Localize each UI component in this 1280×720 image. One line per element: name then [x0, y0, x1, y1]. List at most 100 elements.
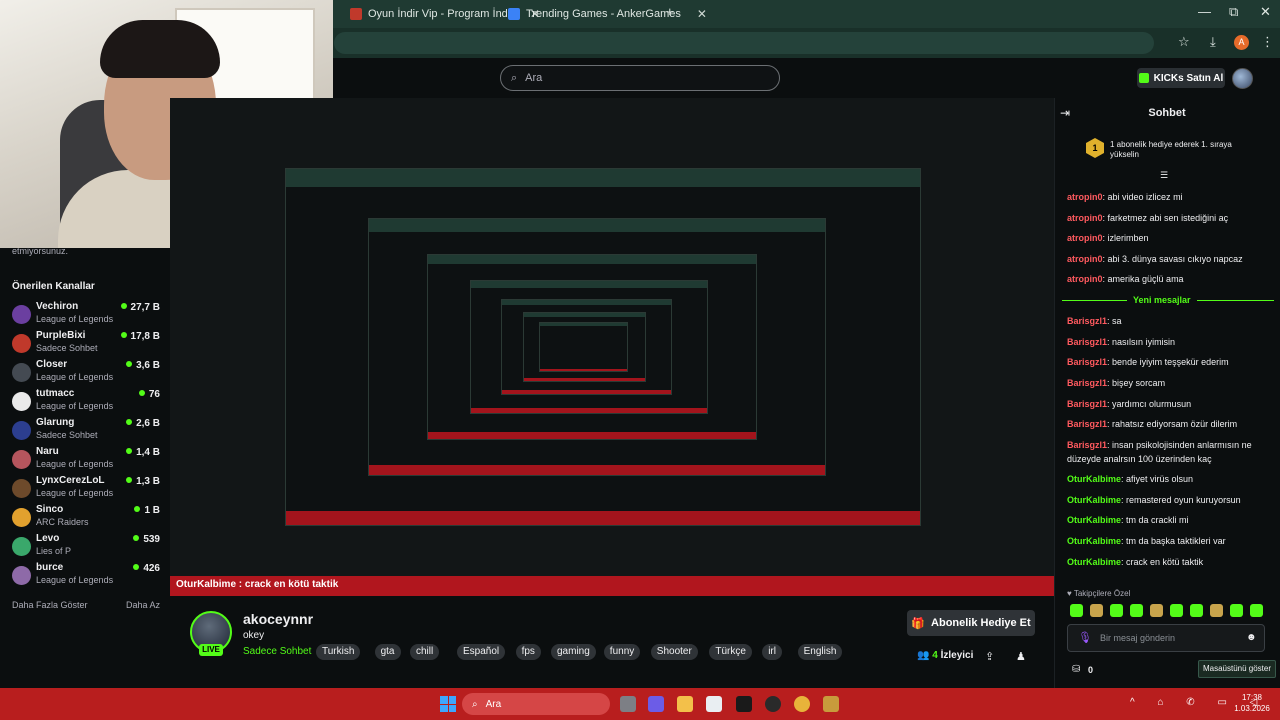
chat-message: Barisgzl1: yardımcı olurmusun [1067, 397, 1267, 411]
video-player[interactable] [170, 98, 1054, 596]
chat-username[interactable]: Barisgzl1 [1067, 316, 1107, 326]
show-more-link[interactable]: Daha Fazla Göster [12, 600, 88, 610]
close-window-button[interactable]: ✕ [1260, 4, 1271, 20]
emote-icon[interactable] [1090, 604, 1103, 617]
emote-icon[interactable] [1070, 604, 1083, 617]
emote-icon[interactable] [1130, 604, 1143, 617]
chat-username[interactable]: OturKalbime [1067, 536, 1121, 546]
stream-tag[interactable]: irl [762, 644, 782, 660]
expand-pinned-icon[interactable]: ☰ [1160, 170, 1168, 181]
channel-viewers: 76 [138, 389, 160, 400]
store-icon[interactable] [706, 696, 722, 712]
channel-points-icon[interactable]: ⛁ [1072, 664, 1080, 675]
emote-icon[interactable] [1110, 604, 1123, 617]
chat-username[interactable]: OturKalbime [1067, 474, 1121, 484]
bookmark-star-icon[interactable]: ☆ [1178, 34, 1190, 50]
recommended-channel[interactable]: Naru League of Legends 1,4 B [12, 446, 160, 474]
channel-game: League of Legends [36, 488, 114, 498]
emote-icon[interactable] [1150, 604, 1163, 617]
game-app-icon[interactable] [823, 696, 839, 712]
stream-tag[interactable]: Shooter [650, 644, 698, 660]
chat-username[interactable]: atropin0 [1067, 254, 1103, 264]
emote-icon[interactable] [1170, 604, 1183, 617]
stream-category-link[interactable]: Sadece Sohbet [243, 646, 311, 657]
emote-icon[interactable] [1230, 604, 1243, 617]
emote-icon[interactable] [1250, 604, 1263, 617]
viewer-count: 👥 4 İzleyici [917, 650, 973, 661]
channel-viewers: 17,8 B [120, 331, 160, 342]
maximize-button[interactable]: ⧉ [1229, 4, 1238, 20]
channel-viewers: 27,7 B [120, 302, 160, 313]
emote-icon[interactable] [1190, 604, 1203, 617]
show-less-link[interactable]: Daha Az [126, 600, 160, 610]
recommended-channel[interactable]: Sinco ARC Raiders 1 B [12, 504, 160, 532]
share-icon[interactable]: ⇪ [985, 650, 994, 663]
app-icon[interactable] [648, 696, 664, 712]
user-avatar[interactable] [1232, 68, 1253, 89]
channel-viewers: 539 [133, 534, 160, 545]
stream-tag[interactable]: fps [515, 644, 541, 660]
recommended-channel[interactable]: Glarung Sadece Sohbet 2,6 B [12, 417, 160, 445]
stream-tag[interactable]: gta [374, 644, 401, 660]
recommended-channel[interactable]: burce League of Legends 426 [12, 562, 160, 590]
browser-menu-icon[interactable]: ⋮ [1261, 34, 1274, 50]
obs-icon[interactable] [765, 696, 781, 712]
follow-icon[interactable]: ♟ [1016, 650, 1026, 663]
address-bar[interactable] [334, 32, 1154, 54]
emoji-icon[interactable]: ☻ [1246, 632, 1257, 643]
channel-avatar [12, 566, 31, 585]
terminal-icon[interactable] [736, 696, 752, 712]
minimize-button[interactable]: — [1198, 4, 1211, 19]
windows-start-icon[interactable] [440, 696, 456, 712]
chat-username[interactable]: atropin0 [1067, 233, 1103, 243]
stream-tag[interactable]: gaming [551, 644, 596, 660]
profile-avatar[interactable]: A [1234, 35, 1249, 50]
chat-username[interactable]: OturKalbime [1067, 495, 1121, 505]
taskbar-search[interactable]: ⌕ Ara [462, 693, 610, 715]
stream-tag[interactable]: Türkçe [709, 644, 752, 660]
stream-tag[interactable]: Turkish [316, 644, 361, 660]
site-search-input[interactable]: ⌕ Ara [500, 65, 780, 91]
recommended-channel[interactable]: Closer League of Legends 3,6 B [12, 359, 160, 387]
recommended-channel[interactable]: PurpleBixi Sadece Sohbet 17,8 B [12, 330, 160, 358]
chat-username[interactable]: Barisgzl1 [1067, 440, 1107, 450]
recommended-channel[interactable]: tutmacc League of Legends 76 [12, 388, 160, 416]
buy-kicks-button[interactable]: KICKs Satın Al [1137, 68, 1225, 88]
chat-username[interactable]: Barisgzl1 [1067, 419, 1107, 429]
stream-tag[interactable]: funny [603, 644, 641, 660]
channel-viewers-value: 1,3 B [136, 476, 160, 487]
streamer-name[interactable]: akoceynnr [243, 611, 313, 627]
emote-icon[interactable] [1210, 604, 1223, 617]
live-dot-icon [120, 332, 127, 338]
chat-username[interactable]: Barisgzl1 [1067, 337, 1107, 347]
taskbar-clock[interactable]: 17:38 1.03.2026 [1232, 692, 1272, 714]
chat-username[interactable]: Barisgzl1 [1067, 357, 1107, 367]
gift-subscription-button[interactable]: 🎁 Abonelik Hediye Et [907, 610, 1035, 636]
channel-name: burce [36, 562, 64, 573]
overlay-username: OturKalbime [176, 579, 237, 590]
chat-username[interactable]: OturKalbime [1067, 515, 1121, 525]
chrome-icon[interactable] [794, 696, 810, 712]
subscriber-emotes-title: ♥ Takipçilere Özel [1067, 589, 1131, 598]
microphone-icon[interactable]: 🎙 [1078, 631, 1092, 644]
chat-username[interactable]: atropin0 [1067, 213, 1103, 223]
channel-avatar [12, 479, 31, 498]
browser-tab-ankergames[interactable]: Trending Games - AnkerGames ✕ [508, 4, 707, 24]
stream-tag[interactable]: Español [457, 644, 506, 660]
tab-close-icon[interactable]: ✕ [697, 7, 707, 21]
chat-username[interactable]: Barisgzl1 [1067, 399, 1107, 409]
recommended-channel[interactable]: Vechiron League of Legends 27,7 B [12, 301, 160, 329]
task-view-icon[interactable] [620, 696, 636, 712]
file-explorer-icon[interactable] [677, 696, 693, 712]
stream-tag[interactable]: English [797, 644, 843, 660]
stream-tag[interactable]: chill [410, 644, 440, 660]
chat-username[interactable]: atropin0 [1067, 192, 1103, 202]
chat-username[interactable]: Barisgzl1 [1067, 378, 1107, 388]
chat-username[interactable]: atropin0 [1067, 274, 1103, 284]
recommended-channel[interactable]: Levo Lies of P 539 [12, 533, 160, 561]
pinned-gift-leaderboard[interactable]: 1 1 abonelik hediye ederek 1. sıraya yük… [1064, 134, 1264, 170]
downloads-icon[interactable]: ⤓ [1210, 34, 1216, 50]
chat-username[interactable]: OturKalbime [1067, 557, 1121, 567]
recommended-channel[interactable]: LynxCerezLoL League of Legends 1,3 B [12, 475, 160, 503]
new-tab-button[interactable]: + [666, 4, 674, 19]
